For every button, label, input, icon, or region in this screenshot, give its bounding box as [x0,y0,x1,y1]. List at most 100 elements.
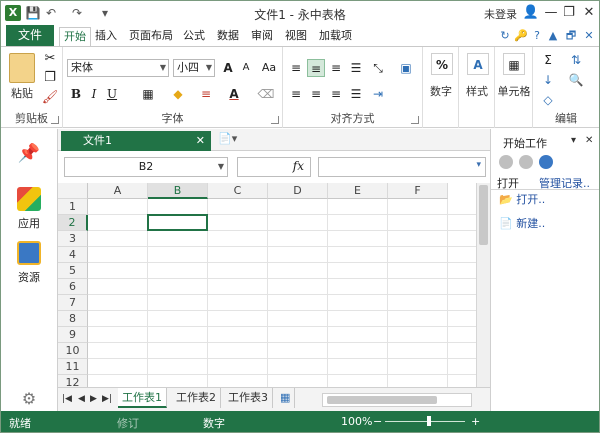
row-header[interactable]: 3 [58,231,88,247]
italic-button[interactable]: I [85,85,103,103]
new-document-icon[interactable]: 📄▾ [218,132,246,148]
name-box[interactable]: B2 ▼ [64,157,228,177]
paste-icon[interactable] [9,53,35,83]
tab-formulas[interactable]: 公式 [183,28,205,46]
next-sheet-icon[interactable]: ▶ [90,394,97,404]
strikethrough-icon[interactable]: ≡ [197,85,215,103]
home-icon[interactable] [539,155,553,169]
forward-icon[interactable] [519,155,533,169]
clear-icon[interactable]: ◇ [539,91,557,109]
formula-input[interactable]: ▾ [318,157,486,177]
justify-icon[interactable]: ☰ [347,85,365,103]
cut-icon[interactable]: ✂ [41,50,59,68]
font-launcher-icon[interactable] [271,116,279,124]
sheet-tab-3[interactable]: 工作表3 [224,388,273,408]
row-header[interactable]: 6 [58,279,88,295]
sheet-tab-2[interactable]: 工作表2 [172,388,221,408]
sheet-tab-1[interactable]: 工作表1 [118,388,167,408]
pin-icon[interactable]: 📌 [9,143,49,167]
align-right-icon[interactable]: ≡ [327,85,345,103]
tab-insert[interactable]: 插入 [95,28,117,46]
horizontal-scroll-thumb[interactable] [327,396,437,404]
user-icon[interactable]: 👤 [521,4,541,22]
shrink-font-button[interactable]: A [237,59,255,77]
align-middle-icon[interactable]: ≡ [307,59,325,77]
clear-format-icon[interactable]: ⌫ [257,85,275,103]
fill-color-icon[interactable]: ◆ [169,85,187,103]
row-header[interactable]: 5 [58,263,88,279]
column-header[interactable]: E [328,183,388,199]
align-top-icon[interactable]: ≡ [287,59,305,77]
login-status[interactable]: 未登录 [484,6,517,22]
paste-button[interactable]: 粘贴 [5,85,39,101]
task-pane-menu-icon[interactable]: ▾ [571,135,576,146]
row-header[interactable]: 12 [58,375,88,387]
expand-formula-icon[interactable]: ▾ [476,160,481,170]
row-header[interactable]: 9 [58,327,88,343]
task-pane-close-icon[interactable]: ✕ [585,135,593,146]
selected-cell[interactable] [147,214,208,231]
column-header[interactable]: C [208,183,268,199]
select-all-corner[interactable] [58,183,88,199]
fill-icon[interactable]: ↓ [539,71,557,89]
row-header[interactable]: 2 [58,215,88,231]
underline-button[interactable]: U [103,85,121,103]
first-sheet-icon[interactable]: |◀ [62,394,72,404]
autosum-button[interactable]: Σ [539,51,557,69]
tab-data[interactable]: 数据 [217,28,239,46]
close-button[interactable]: ✕ [579,4,599,22]
document-tab[interactable]: 文件1 ✕ [61,131,211,151]
zoom-slider[interactable] [385,421,465,422]
back-icon[interactable] [499,155,513,169]
zoom-value[interactable]: 100% [341,415,372,428]
tab-page-layout[interactable]: 页面布局 [129,28,173,46]
add-sheet-icon[interactable]: ▦ [276,388,296,408]
font-name-select[interactable]: 宋体 ▼ [67,59,169,77]
style-button[interactable]: 样式 [461,83,493,99]
row-header[interactable]: 10 [58,343,88,359]
orientation-icon[interactable]: ⤡ [369,59,387,77]
open-file-link[interactable]: 📂 打开.. [499,191,545,207]
column-header[interactable]: B [148,183,208,199]
font-size-select[interactable]: 小四 ▼ [173,59,215,77]
prev-sheet-icon[interactable]: ◀ [78,394,85,404]
restore-button[interactable]: ❐ [559,4,579,22]
align-bottom-icon[interactable]: ≡ [327,59,345,77]
align-center-icon[interactable]: ≡ [307,85,325,103]
apps-button[interactable]: 应用 [9,187,49,231]
sort-icon[interactable]: ⇅ [567,51,585,69]
doc-close-icon[interactable]: ✕ [581,28,597,44]
cells-icon[interactable]: ▦ [503,53,525,75]
settings-icon[interactable]: ⚙ [9,389,49,408]
bold-button[interactable]: B [67,85,85,103]
new-file-link[interactable]: 📄 新建.. [499,215,545,231]
horizontal-scrollbar[interactable] [322,393,472,407]
tab-view[interactable]: 视图 [285,28,307,46]
merge-icon[interactable]: ▣ [397,59,415,77]
border-icon[interactable]: ▦ [139,85,157,103]
alignment-launcher-icon[interactable] [411,116,419,124]
collapse-ribbon-icon[interactable]: ▲ [545,28,561,44]
tab-addins[interactable]: 加载项 [319,28,352,46]
doc-restore-icon[interactable]: 🗗 [563,28,579,44]
wrap-text-icon[interactable]: ☰ [347,59,365,77]
number-button[interactable]: 数字 [425,83,457,99]
minimize-button[interactable]: — [541,4,561,22]
tab-review[interactable]: 审阅 [251,28,273,46]
row-header[interactable]: 7 [58,295,88,311]
indent-icon[interactable]: ⇥ [369,85,387,103]
grow-font-button[interactable]: A [219,59,237,77]
row-header[interactable]: 8 [58,311,88,327]
document-tab-close-icon[interactable]: ✕ [196,131,205,151]
column-header[interactable]: D [268,183,328,199]
clipboard-launcher-icon[interactable] [51,116,59,124]
zoom-out-button[interactable]: − [373,415,382,428]
align-left-icon[interactable]: ≡ [287,85,305,103]
zoom-slider-thumb[interactable] [427,416,431,426]
vertical-scrollbar[interactable] [476,183,490,387]
format-painter-icon[interactable]: 🖌 [41,89,59,107]
vertical-scroll-thumb[interactable] [479,185,488,245]
row-header[interactable]: 4 [58,247,88,263]
column-header[interactable]: F [388,183,448,199]
fx-button[interactable]: fx [237,157,311,177]
